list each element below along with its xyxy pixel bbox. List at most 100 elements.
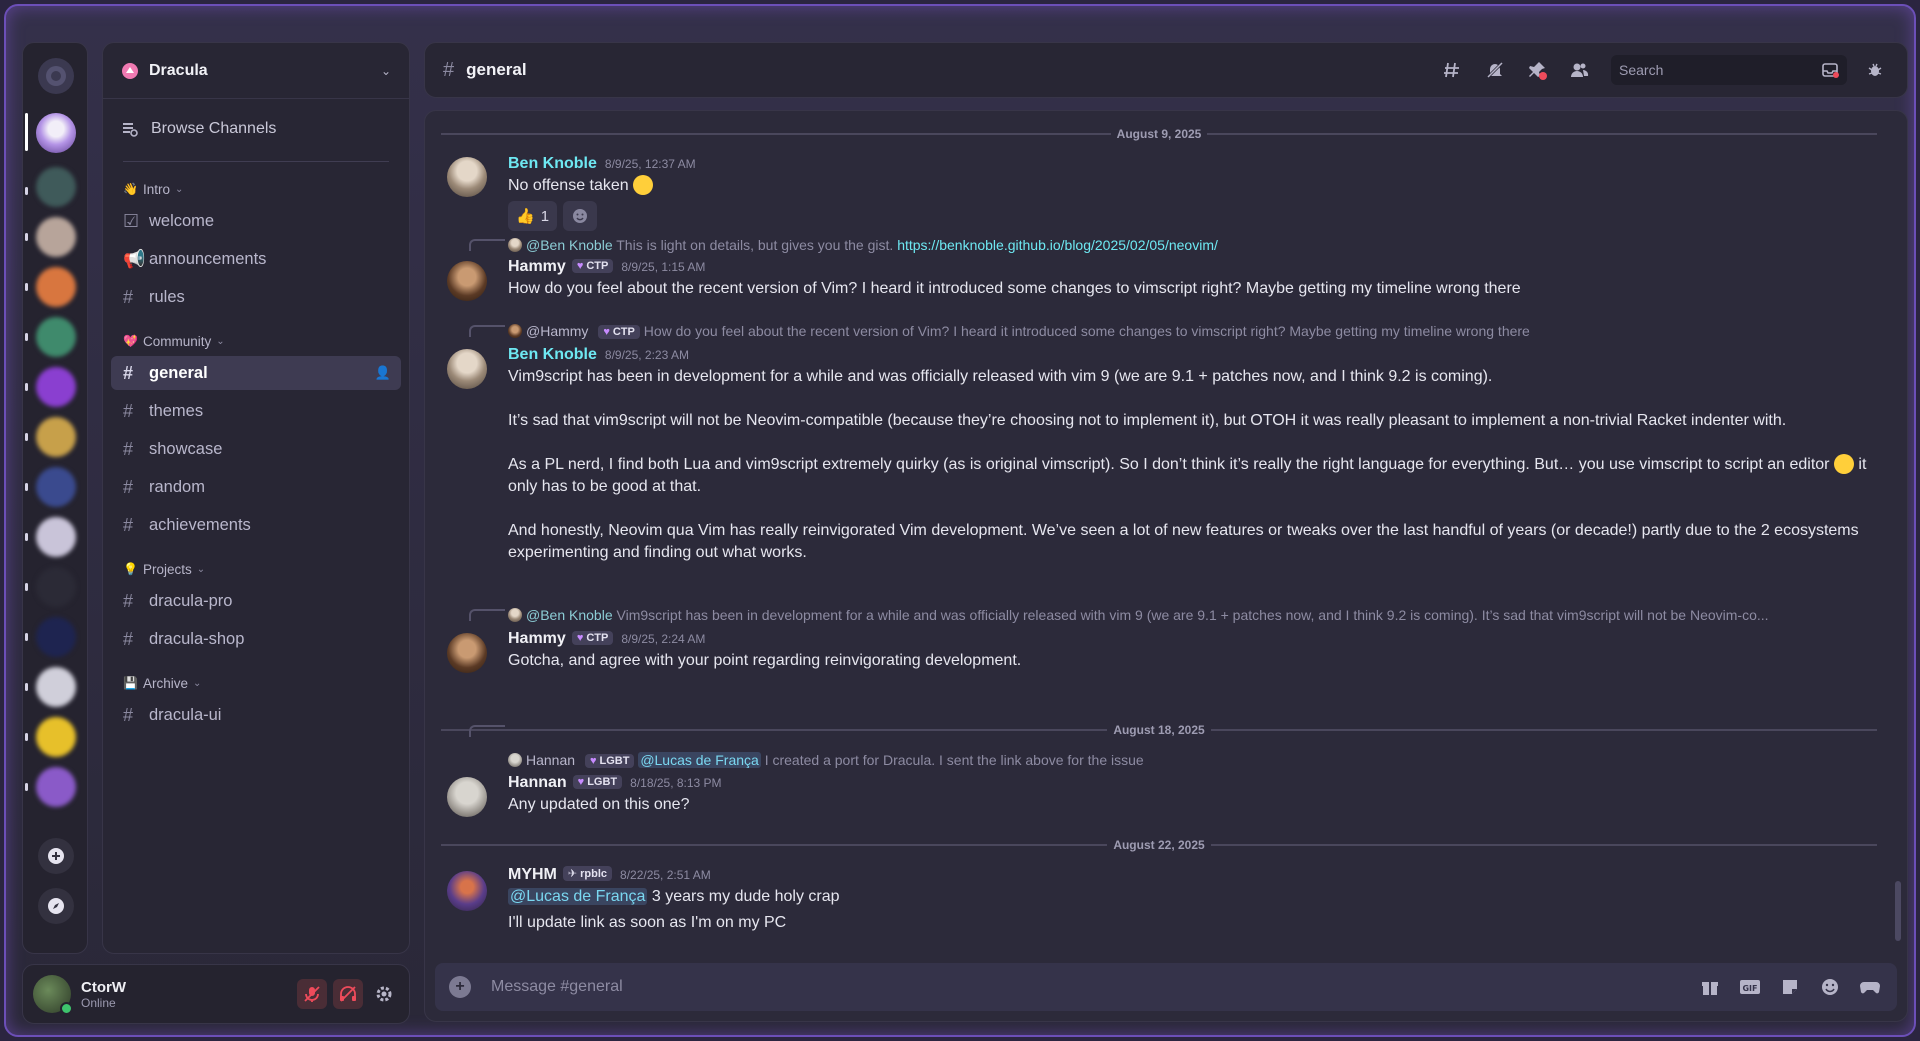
channel-random[interactable]: # random	[111, 470, 401, 504]
search-input[interactable]: Search	[1611, 55, 1847, 85]
reply-preview[interactable]: @Hammy ♥ CTP How do you feel about the re…	[508, 323, 1867, 340]
server-icon[interactable]	[36, 467, 76, 507]
invite-icon[interactable]: 👤	[375, 365, 391, 381]
browse-channels-button[interactable]: Browse Channels	[119, 109, 393, 149]
heart-icon: 💖	[123, 334, 138, 348]
channel-dracula-pro[interactable]: # dracula-pro	[111, 584, 401, 618]
bug-report-button[interactable]	[1861, 56, 1889, 84]
hash-icon: #	[123, 400, 134, 421]
message-author[interactable]: Hannan	[508, 774, 567, 792]
settings-button[interactable]	[369, 979, 399, 1009]
chevron-down-icon[interactable]: ⌄	[381, 64, 391, 78]
threads-button[interactable]	[1439, 56, 1467, 84]
gif-button[interactable]: GIF	[1737, 974, 1763, 1000]
sticker-icon	[1783, 980, 1797, 994]
reply-preview[interactable]: @Ben Knoble This is light on details, bu…	[508, 237, 1867, 253]
avatar[interactable]	[447, 777, 487, 817]
avatar[interactable]	[447, 261, 487, 301]
hash-icon: #	[123, 476, 134, 497]
category-label: Intro	[142, 181, 170, 197]
avatar[interactable]	[447, 633, 487, 673]
message-author[interactable]: Hammy	[508, 630, 566, 648]
reply-preview[interactable]: Hannan ♥ LGBT @Lucas de França I created …	[508, 752, 1867, 769]
scrollbar-thumb[interactable]	[1895, 881, 1901, 941]
browse-channels-label: Browse Channels	[151, 120, 277, 137]
mute-button[interactable]	[297, 979, 327, 1009]
message-paragraph: It’s sad that vim9script will not be Neo…	[508, 412, 1787, 429]
message-author[interactable]: MYHM	[508, 866, 557, 884]
channel-dracula-shop[interactable]: # dracula-shop	[111, 622, 401, 656]
user-info[interactable]: CtorW Online	[81, 979, 291, 1010]
reply-text: Vim9script has been in development for a…	[616, 607, 1769, 623]
notification-settings-button[interactable]	[1481, 56, 1509, 84]
channel-welcome[interactable]: ☑ welcome	[111, 204, 401, 238]
server-icon[interactable]	[36, 317, 76, 357]
server-icon[interactable]	[36, 617, 76, 657]
sticker-button[interactable]	[1777, 974, 1803, 1000]
reply-preview[interactable]: @Ben Knoble Vim9script has been in devel…	[508, 607, 1867, 623]
category-community[interactable]: 💖 Community ⌄	[103, 330, 409, 352]
server-icon[interactable]	[36, 717, 76, 757]
member-list-button[interactable]	[1565, 56, 1593, 84]
avatar[interactable]	[447, 157, 487, 197]
discover-button[interactable]	[38, 888, 74, 924]
channel-achievements[interactable]: # achievements	[111, 508, 401, 542]
add-server-button[interactable]	[38, 838, 74, 874]
server-icon[interactable]	[36, 267, 76, 307]
members-icon	[1571, 63, 1589, 77]
avatar[interactable]	[447, 871, 487, 911]
avatar[interactable]	[447, 349, 487, 389]
activities-button[interactable]	[1857, 974, 1883, 1000]
deafen-button[interactable]	[333, 979, 363, 1009]
gift-button[interactable]	[1697, 974, 1723, 1000]
message-composer: + GIF	[435, 963, 1897, 1011]
server-icon[interactable]	[36, 667, 76, 707]
hash-icon: #	[123, 362, 134, 383]
user-mention[interactable]: @Lucas de França	[638, 752, 761, 768]
reaction-button[interactable]: 👍 1	[508, 201, 558, 231]
category-label: Projects	[142, 561, 192, 577]
attach-button[interactable]: +	[449, 976, 471, 998]
heart-icon: ♥	[576, 632, 584, 644]
channel-rules[interactable]: # rules	[111, 280, 401, 314]
reply-link[interactable]: https://benknoble.github.io/blog/2025/02…	[897, 237, 1218, 253]
server-icon[interactable]	[36, 767, 76, 807]
discord-home-icon	[46, 66, 66, 86]
user-mention[interactable]: @Lucas de França	[508, 888, 648, 905]
app-window: Dracula ⌄ Browse Channels 👋 Intro ⌄ ☑ we…	[4, 4, 1916, 1037]
message-author[interactable]: Ben Knoble	[508, 346, 597, 364]
pinned-messages-button[interactable]	[1523, 56, 1551, 84]
home-button[interactable]	[38, 58, 74, 94]
category-archive[interactable]: 💾 Archive ⌄	[103, 672, 409, 694]
message-input[interactable]	[491, 978, 1683, 996]
message-author[interactable]: Hammy	[508, 258, 566, 276]
category-projects[interactable]: 💡 Projects ⌄	[103, 558, 409, 580]
gif-icon: GIF	[1740, 980, 1760, 994]
reply-spine	[469, 609, 505, 621]
category-intro[interactable]: 👋 Intro ⌄	[103, 178, 409, 200]
channel-announcements[interactable]: 📢 announcements	[111, 242, 401, 276]
server-header[interactable]: Dracula ⌄	[103, 43, 409, 99]
channel-label: welcome	[149, 211, 215, 230]
reaction-count: 1	[540, 207, 550, 225]
channel-general[interactable]: # general 👤	[111, 356, 401, 390]
add-reaction-button[interactable]	[563, 201, 598, 231]
server-icon[interactable]	[36, 567, 76, 607]
server-icon[interactable]	[36, 167, 76, 207]
channel-themes[interactable]: # themes	[111, 394, 401, 428]
server-icon[interactable]	[36, 517, 76, 557]
role-tag-label: LGBT	[587, 776, 618, 788]
channel-dracula-ui[interactable]: # dracula-ui	[111, 698, 401, 732]
server-icon[interactable]	[36, 217, 76, 257]
role-tag-label: CTP	[586, 632, 609, 644]
inbox-icon[interactable]	[1821, 61, 1839, 79]
server-icon-dracula[interactable]	[36, 113, 76, 153]
channel-showcase[interactable]: # showcase	[111, 432, 401, 466]
server-icon[interactable]	[36, 367, 76, 407]
emoji-button[interactable]	[1817, 974, 1843, 1000]
server-icon[interactable]	[36, 417, 76, 457]
message-author[interactable]: Ben Knoble	[508, 155, 597, 173]
user-status: Online	[81, 995, 116, 1010]
message-timestamp: 8/9/25, 12:37 AM	[604, 157, 696, 171]
avatar[interactable]	[33, 975, 73, 1015]
